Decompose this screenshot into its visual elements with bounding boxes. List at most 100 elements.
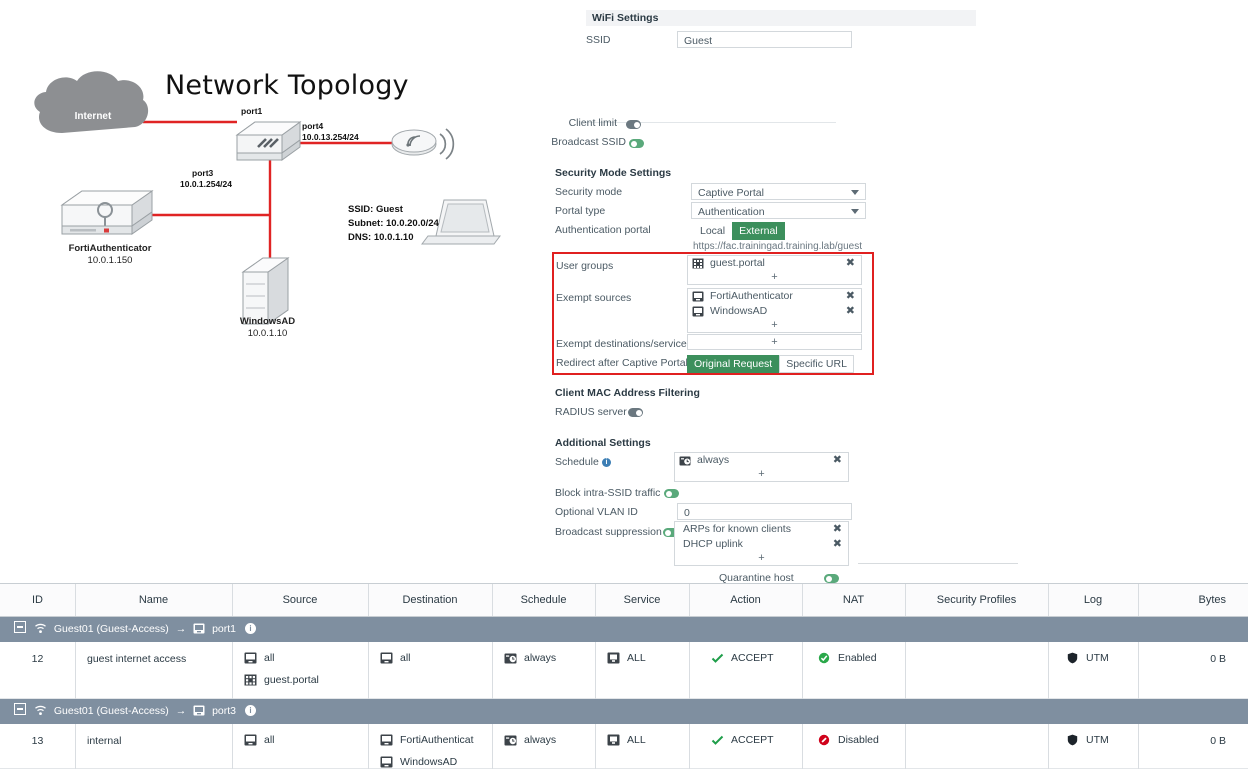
fortiauthenticator-label: FortiAuthenticator [68, 243, 152, 254]
exempt-sources-add-button[interactable]: + [688, 319, 861, 332]
column-header-security-profiles[interactable]: Security Profiles [905, 584, 1048, 616]
close-icon[interactable]: ✖ [833, 537, 842, 552]
exempt-sources-item-label: FortiAuthenticator [710, 290, 793, 302]
column-divider [802, 724, 803, 769]
close-icon[interactable]: ✖ [833, 453, 842, 468]
close-icon[interactable]: ✖ [846, 256, 855, 271]
column-divider[interactable] [595, 584, 596, 616]
column-header-id[interactable]: ID [0, 584, 75, 616]
column-divider[interactable] [905, 584, 906, 616]
column-divider [1048, 642, 1049, 699]
exempt-sources-field[interactable]: FortiAuthenticator ✖ WindowsAD ✖ + [687, 288, 862, 333]
column-divider[interactable] [232, 584, 233, 616]
table-row[interactable]: 13 internal all FortiAuthenticat Windows… [0, 724, 1248, 769]
column-divider[interactable] [368, 584, 369, 616]
table-row[interactable]: 12 guest internet access all guest.porta… [0, 642, 1248, 699]
info-icon[interactable]: i [244, 705, 256, 716]
broadcast-ssid-toggle[interactable] [629, 139, 644, 148]
auth-portal-url[interactable]: https://fac.trainingad.training.lab/gues… [693, 241, 862, 252]
column-header-source[interactable]: Source [232, 584, 368, 616]
ssid-input[interactable]: Guest [677, 31, 852, 48]
broadcast-suppression-field[interactable]: ARPs for known clients ✖ DHCP uplink ✖ + [674, 521, 849, 566]
column-header-action[interactable]: Action [689, 584, 802, 616]
close-icon[interactable]: ✖ [846, 289, 855, 304]
port1-label: port1 [241, 106, 263, 116]
column-divider[interactable] [1138, 584, 1139, 616]
dns-info-line: DNS: 10.0.1.10 [348, 232, 414, 243]
client-limit-toggle[interactable] [626, 120, 641, 129]
log-entry: UTM [1066, 729, 1130, 751]
subnet-info-line: Subnet: 10.0.20.0/24 [348, 218, 439, 229]
user-groups-field[interactable]: guest.portal ✖ + [687, 255, 862, 285]
column-divider [1138, 642, 1139, 699]
user-groups-item[interactable]: guest.portal ✖ [688, 256, 861, 271]
broadcast-suppression-add-button[interactable]: + [675, 552, 848, 565]
column-header-service[interactable]: Service [595, 584, 689, 616]
column-divider[interactable] [1048, 584, 1049, 616]
auth-portal-external-option[interactable]: External [732, 222, 785, 240]
column-header-bytes[interactable]: Bytes [1138, 584, 1248, 616]
column-divider [802, 642, 803, 699]
column-divider[interactable] [802, 584, 803, 616]
destination-entry-label: all [400, 652, 411, 664]
cell-log: UTM [1048, 642, 1138, 669]
chevron-down-icon [851, 190, 859, 195]
exempt-sources-item[interactable]: FortiAuthenticator ✖ [688, 289, 861, 304]
column-divider [1138, 724, 1139, 769]
quarantine-host-toggle[interactable] [824, 574, 839, 583]
collapse-icon[interactable] [14, 621, 26, 633]
collapse-icon[interactable] [14, 703, 26, 715]
cell-destination: all [368, 642, 492, 669]
exempt-sources-item[interactable]: WindowsAD ✖ [688, 304, 861, 319]
close-icon[interactable]: ✖ [846, 304, 855, 319]
column-header-destination[interactable]: Destination [368, 584, 492, 616]
broadcast-suppression-item[interactable]: ARPs for known clients ✖ [675, 522, 848, 537]
schedule-label: Schedule [555, 456, 599, 468]
info-icon[interactable]: i [602, 458, 611, 467]
close-icon[interactable]: ✖ [833, 522, 842, 537]
column-divider[interactable] [75, 584, 76, 616]
broadcast-suppression-item[interactable]: DHCP uplink ✖ [675, 537, 848, 552]
security-mode-settings-heading: Security Mode Settings [555, 167, 672, 179]
column-divider[interactable] [689, 584, 690, 616]
cell-schedule: always [492, 642, 595, 669]
security-mode-select[interactable]: Captive Portal [691, 183, 866, 200]
portal-type-select[interactable]: Authentication [691, 202, 866, 219]
fortiap-icon [391, 128, 455, 160]
column-header-nat[interactable]: NAT [802, 584, 905, 616]
exempt-destinations-add-button[interactable]: + [688, 335, 861, 350]
user-groups-add-button[interactable]: + [688, 271, 861, 284]
port4-ip-label: 10.0.13.254/24 [302, 132, 359, 142]
schedule-add-button[interactable]: + [675, 468, 848, 481]
source-entry: guest.portal [244, 669, 360, 691]
column-header-log[interactable]: Log [1048, 584, 1138, 616]
schedule-item[interactable]: always ✖ [675, 453, 848, 468]
authentication-portal-segmented[interactable]: Local External [693, 222, 785, 240]
schedule-field[interactable]: always ✖ + [674, 452, 849, 482]
column-divider [368, 724, 369, 769]
redirect-specific-url-option[interactable]: Specific URL [779, 355, 854, 373]
block-intra-ssid-toggle[interactable] [664, 489, 679, 498]
column-divider[interactable] [492, 584, 493, 616]
exempt-destinations-field[interactable]: + [687, 334, 862, 350]
additional-settings-heading: Additional Settings [555, 437, 651, 449]
radius-server-toggle[interactable] [628, 408, 643, 417]
redirect-original-request-option[interactable]: Original Request [687, 355, 780, 373]
log-entry-label: UTM [1086, 734, 1109, 746]
policy-group-header[interactable]: Guest01 (Guest-Access) → port3 i [0, 699, 1248, 724]
optional-vlan-input[interactable]: 0 [677, 503, 852, 520]
policy-group-interface: port1 [212, 623, 237, 635]
column-header-schedule[interactable]: Schedule [492, 584, 595, 616]
schedule-icon [504, 652, 517, 664]
log-entry-label: UTM [1086, 652, 1109, 664]
check-icon [711, 734, 724, 746]
fortiauthenticator-device-icon [60, 190, 154, 235]
policy-group-header[interactable]: Guest01 (Guest-Access) → port1 i [0, 617, 1248, 642]
info-icon[interactable]: i [244, 623, 256, 634]
destination-entry: FortiAuthenticat [380, 729, 484, 751]
column-header-name[interactable]: Name [75, 584, 232, 616]
auth-portal-local-option[interactable]: Local [693, 222, 732, 240]
redirect-segmented[interactable]: Original Request Specific URL [687, 355, 854, 373]
source-entry-label: all [264, 652, 275, 664]
cell-name: internal [87, 735, 122, 747]
